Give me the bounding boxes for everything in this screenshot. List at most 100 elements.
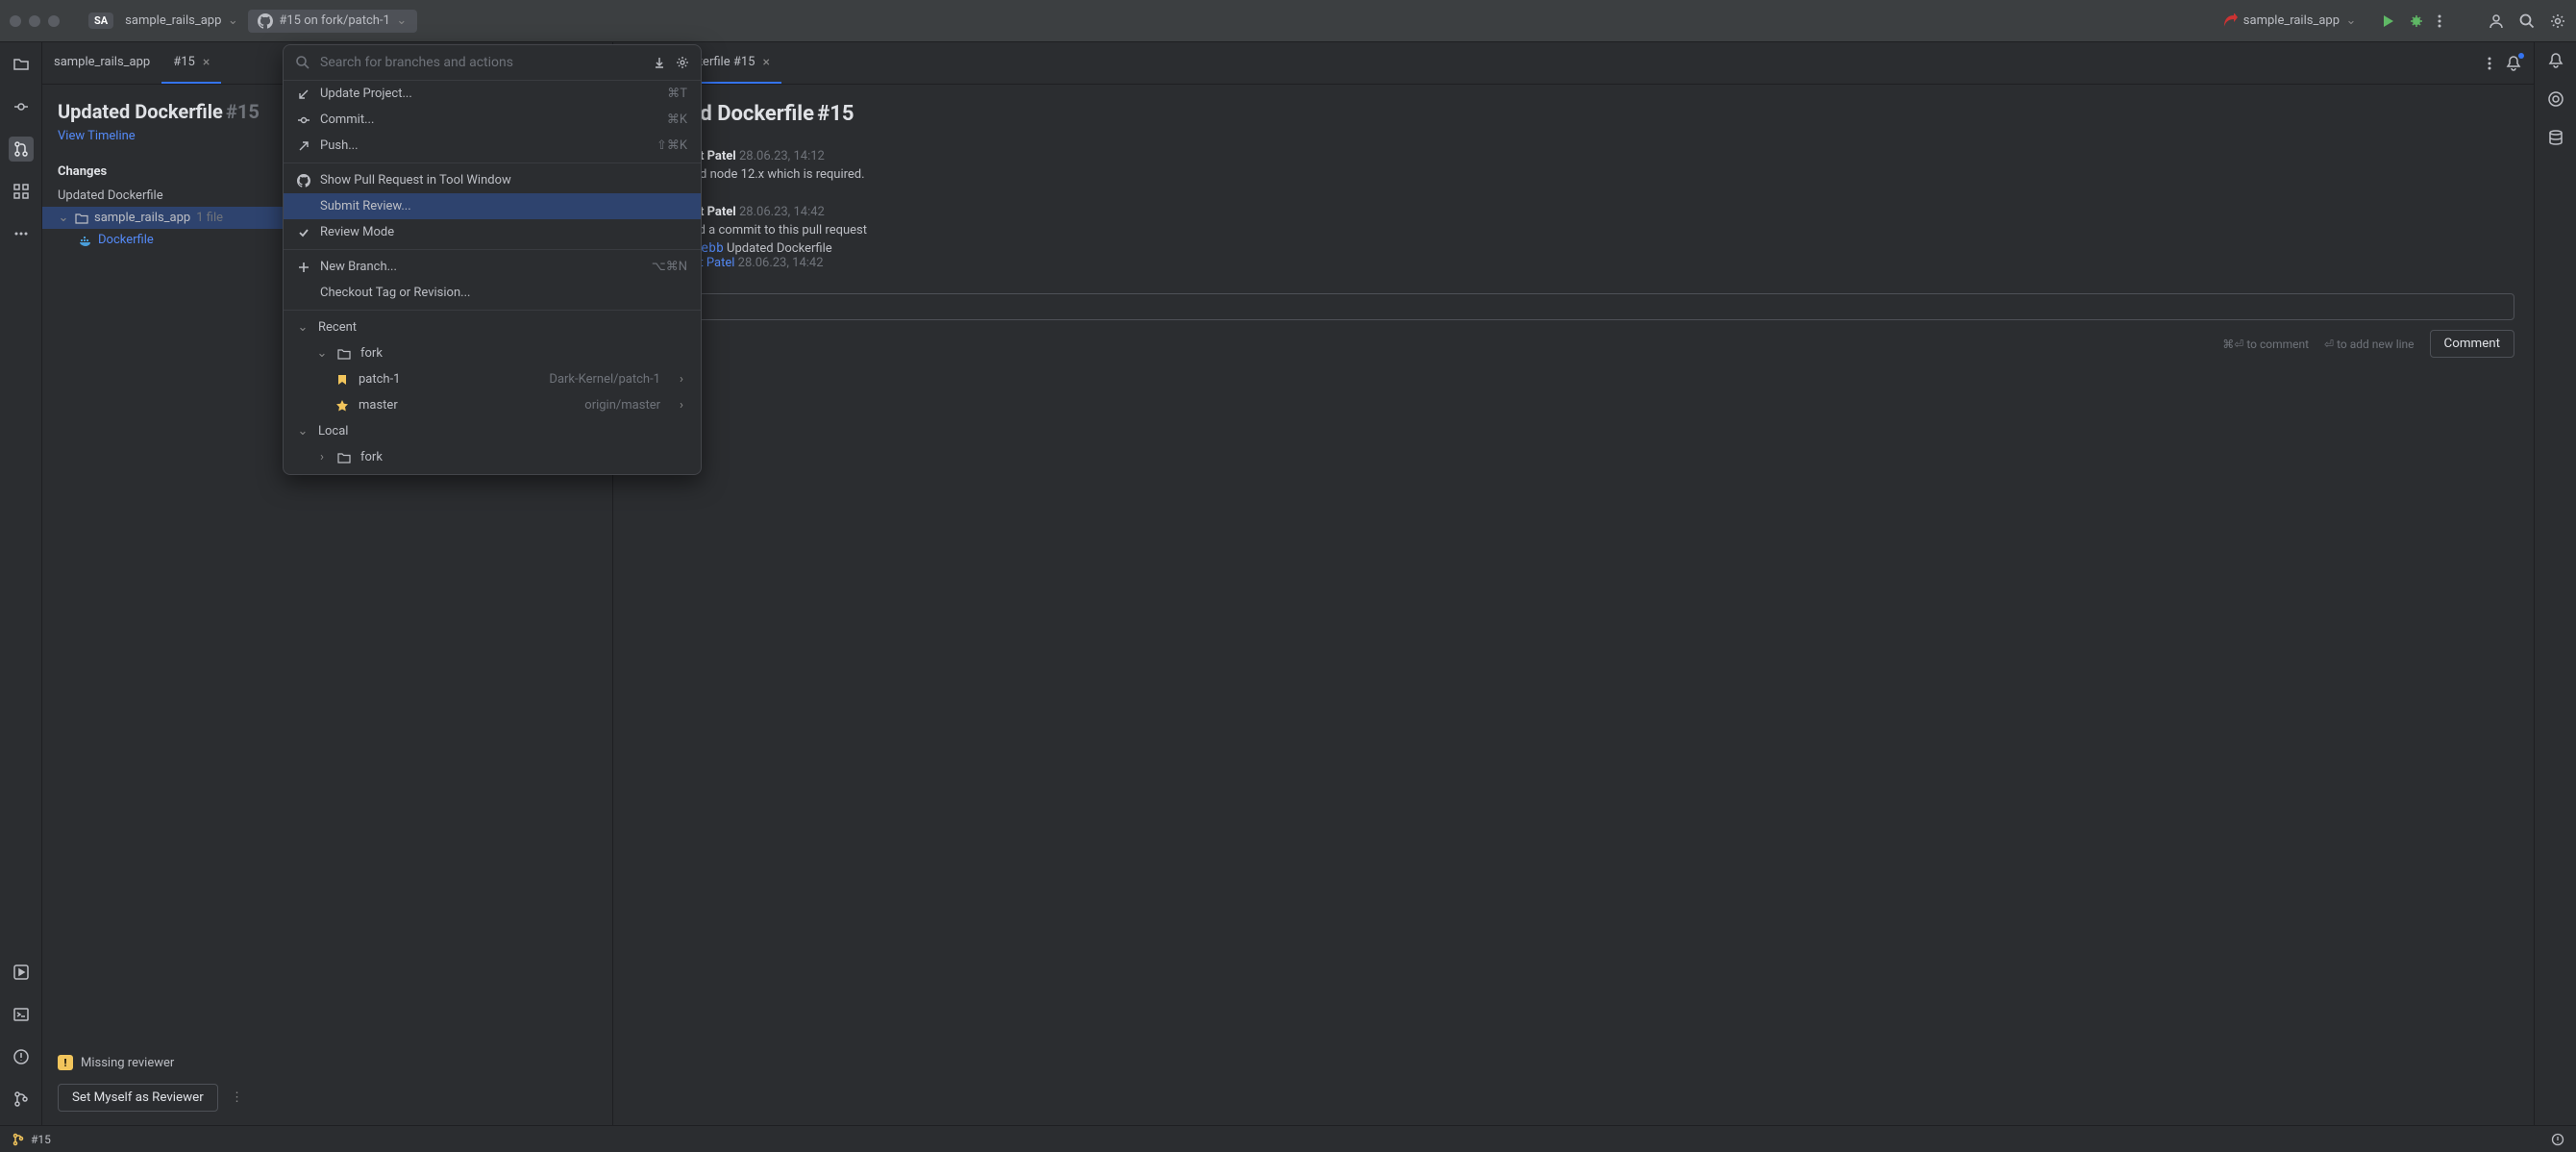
menu-label: Submit Review... [320,199,411,213]
popup-search-input[interactable] [320,55,643,70]
vcs-tool-icon[interactable] [9,1087,34,1112]
timestamp: 28.06.23, 14:12 [739,149,825,163]
commit-tool-icon[interactable] [9,94,34,119]
remote-name: Dark-Kernel/patch-1 [549,372,660,387]
minimize-window[interactable] [29,15,40,27]
more-tool-icon[interactable] [9,221,34,246]
comment-input[interactable] [632,293,2514,320]
git-branch-icon [12,1133,25,1146]
menu-show-pr[interactable]: Show Pull Request in Tool Window [284,167,701,193]
more-icon[interactable]: ⋮ [231,1090,243,1105]
pull-requests-tool-icon[interactable] [9,137,34,162]
editor-tabs: Updated Dockerfile #15 × [613,42,2534,85]
separator [284,310,701,311]
menu-checkout-tag[interactable]: Checkout Tag or Revision... [284,280,701,306]
ai-tool-icon[interactable] [2547,90,2564,112]
timeline-item: Sumit Patel 28.06.23, 14:12 Added node 1… [632,149,2514,182]
database-tool-icon[interactable] [2547,129,2564,150]
run-icon[interactable] [2380,13,2395,29]
commit-message: Updated Dockerfile [727,241,832,256]
project-selector[interactable]: SA sample_rails_app [79,9,248,33]
update-icon [297,88,310,101]
menu-label: Recent [318,320,357,335]
separator [284,249,701,250]
code-with-me-icon[interactable] [2488,13,2505,30]
comment-actions: ⌘⏎ to comment ⏎ to add new line Comment [632,330,2514,358]
menu-local-fork[interactable]: fork [284,444,701,474]
menu-new-branch[interactable]: New Branch... ⌥⌘N [284,254,701,280]
search-icon [295,55,310,70]
menu-branch-patch1[interactable]: patch-1 Dark-Kernel/patch-1 [284,366,701,392]
menu-label: Update Project... [320,87,412,101]
more-icon[interactable] [2438,13,2441,29]
pr-title: Updated Dockerfile [58,100,223,123]
settings-icon[interactable] [676,56,689,69]
debug-icon[interactable] [2409,13,2424,29]
timestamp: 28.06.23, 14:42 [739,205,825,219]
folder-name: sample_rails_app [94,211,190,225]
tab-pr[interactable]: #15 × [161,42,221,84]
statusbar-branch[interactable]: #15 [31,1133,51,1146]
comment-button[interactable]: Comment [2430,330,2514,358]
menu-label: Review Mode [320,225,394,239]
timeline-item: Sumit Patel 28.06.23, 14:42 added a comm… [632,205,2514,270]
terminal-tool-icon[interactable] [9,1002,34,1027]
notifications-tool-icon[interactable] [2547,52,2564,73]
pr-timeline-view: Updated Dockerfile #15 Sumit Patel 28.06… [613,85,2534,1125]
close-window[interactable] [10,15,21,27]
notifications-icon[interactable] [2505,55,2522,72]
popup-search-row [284,45,701,81]
shortcut: ⇧⌘K [656,138,687,153]
menu-local-heading[interactable]: Local [284,418,701,444]
chevron-down-icon [227,13,238,28]
search-icon[interactable] [2518,13,2536,30]
settings-icon[interactable] [2549,13,2566,30]
tab-label: sample_rails_app [54,55,150,69]
warning-icon: ! [58,1055,73,1070]
window-controls [10,15,60,27]
chevron-down-icon [316,346,328,361]
close-icon[interactable]: × [203,55,210,70]
project-badge-icon: SA [88,13,113,29]
branch-label: #15 on fork/patch-1 [279,13,389,28]
check-icon [297,226,310,239]
menu-push[interactable]: Push... ⇧⌘K [284,133,701,159]
structure-tool-icon[interactable] [9,179,34,204]
folder-icon [337,451,351,464]
chevron-down-icon [297,424,309,438]
plus-icon [297,261,310,274]
tab-project[interactable]: sample_rails_app [42,42,161,84]
menu-commit[interactable]: Commit... ⌘K [284,107,701,133]
chevron-down-icon [396,13,408,28]
menu-review-mode[interactable]: Review Mode [284,219,701,245]
menu-label: New Branch... [320,260,397,274]
run-config-selector[interactable]: sample_rails_app [2213,10,2366,33]
problems-tool-icon[interactable] [9,1044,34,1069]
close-icon[interactable]: × [762,55,769,70]
editor-area: Updated Dockerfile #15 × Updated Dockerf… [613,42,2534,1125]
menu-label: Checkout Tag or Revision... [320,286,470,300]
menu-submit-review[interactable]: Submit Review... [284,193,701,219]
menu-recent-fork[interactable]: fork [284,340,701,366]
menu-label: Local [318,424,348,438]
folder-icon [75,212,88,225]
statusbar-problems-icon[interactable] [2551,1133,2564,1146]
push-icon [297,139,310,153]
chevron-down-icon [297,320,309,335]
menu-update-project[interactable]: Update Project... ⌘T [284,81,701,107]
vcs-branch-widget[interactable]: #15 on fork/patch-1 [248,10,416,33]
menu-label: Commit... [320,113,374,127]
file-name: Dockerfile [98,233,154,247]
maximize-window[interactable] [48,15,60,27]
menu-recent-heading[interactable]: Recent [284,314,701,340]
chevron-right-icon [676,372,687,387]
more-icon[interactable] [2488,56,2491,71]
set-reviewer-button[interactable]: Set Myself as Reviewer [58,1084,218,1112]
menu-branch-master[interactable]: master origin/master [284,392,701,418]
menu-label: Push... [320,138,359,153]
fetch-icon[interactable] [653,56,666,69]
view-timeline-link[interactable]: View Timeline [58,129,136,143]
project-tool-icon[interactable] [9,52,34,77]
commit-icon [297,113,310,127]
run-tool-icon[interactable] [9,960,34,985]
